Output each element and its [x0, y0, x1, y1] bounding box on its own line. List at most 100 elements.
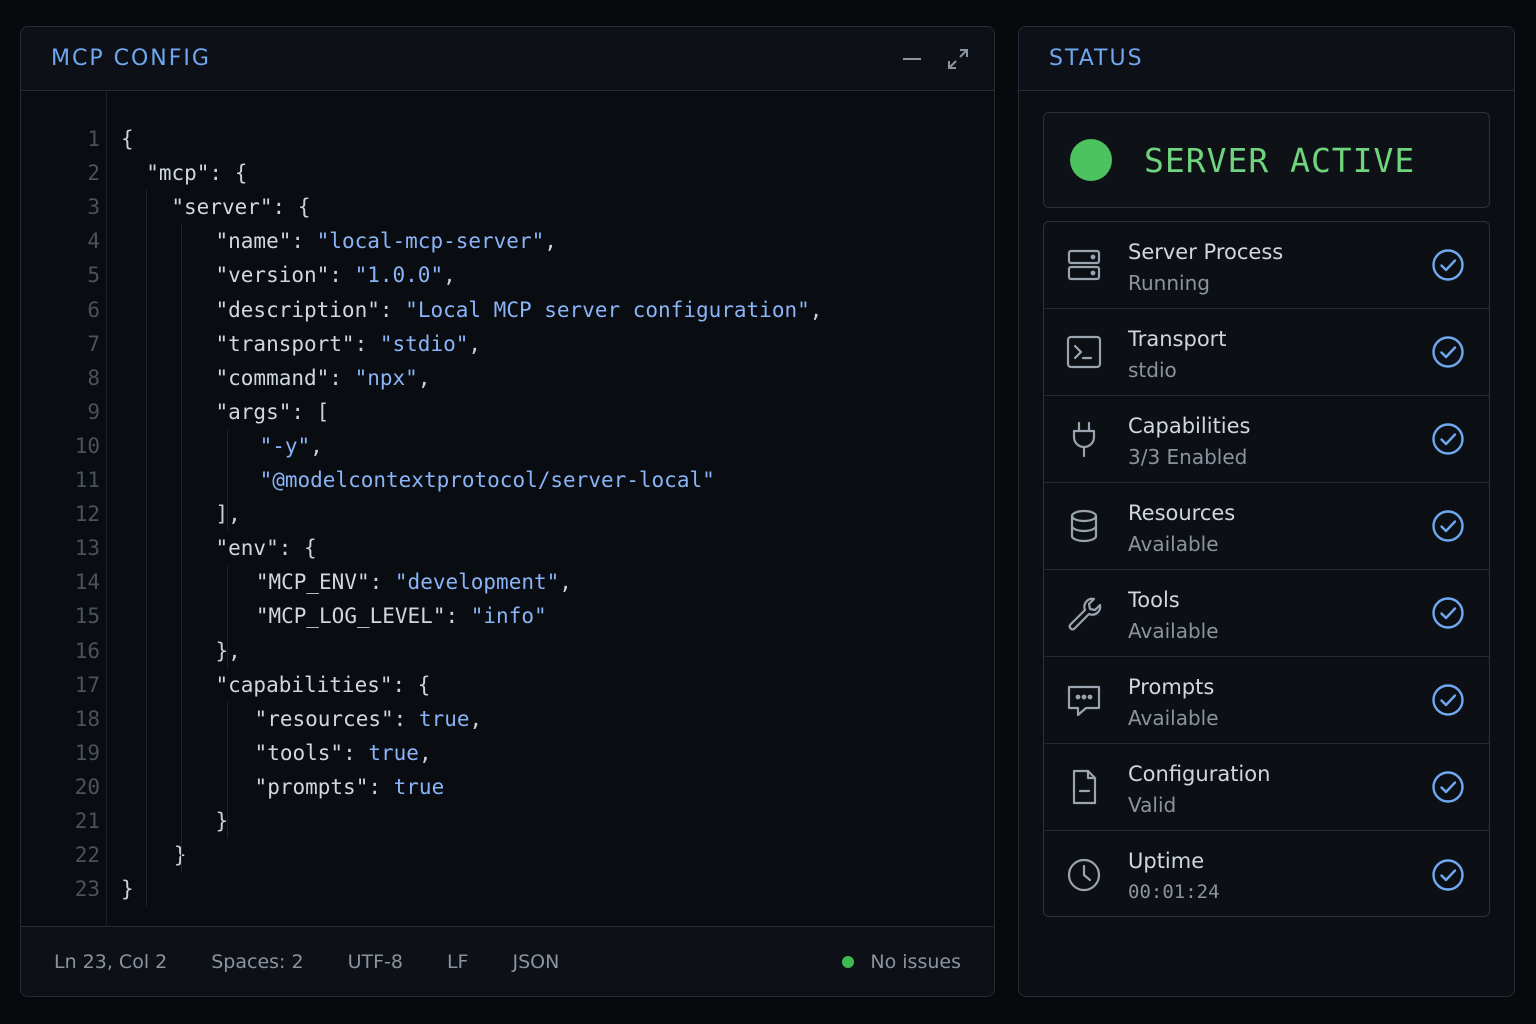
- clock-icon: [1064, 855, 1104, 895]
- code-token: :: [368, 774, 394, 799]
- code-line[interactable]: "capabilities": {: [216, 668, 431, 702]
- status-row-prompts[interactable]: Prompts Available: [1044, 657, 1489, 744]
- check-circle-icon: [1432, 858, 1464, 891]
- line-number: 4: [87, 229, 100, 254]
- code-line[interactable]: "tools": true,: [255, 736, 432, 770]
- code-token: :: [291, 229, 317, 254]
- line-number: 20: [74, 774, 100, 799]
- indent-guide: [226, 565, 228, 668]
- status-row-title: Tools: [1128, 588, 1180, 612]
- file-encoding[interactable]: UTF-8: [348, 951, 403, 973]
- line-number: 18: [74, 706, 100, 731]
- status-row-server-process[interactable]: Server Process Running: [1044, 222, 1489, 309]
- issues-dot-icon: [842, 955, 855, 968]
- code-token: "npx": [354, 365, 418, 390]
- code-area[interactable]: 1 2 3 4 5 6 7 8 9 10 11 12 13 14 15 16 17 18 19 20 21 22 23 {"…: [21, 91, 994, 926]
- cursor-position[interactable]: Ln 23, Col 2: [54, 951, 167, 973]
- code-token: :: [343, 740, 369, 765]
- status-row-value: Available: [1128, 619, 1219, 643]
- status-row-uptime[interactable]: Uptime 00:01:24: [1044, 831, 1489, 916]
- code-line[interactable]: "resources": true,: [255, 702, 483, 736]
- config-editor-panel: MCP CONFIG 1 2 3 4 5 6 7 8 9 10 11 12 13 14 15 16 17 18 19…: [20, 26, 995, 997]
- line-number: 8: [87, 365, 100, 390]
- code-token: : [: [291, 399, 330, 424]
- code-line[interactable]: "args": [: [216, 395, 330, 429]
- code-token: "Local MCP server configuration": [405, 297, 810, 322]
- line-number: 15: [74, 604, 100, 629]
- check-circle-icon: [1432, 249, 1464, 281]
- line-number: 21: [74, 809, 100, 833]
- status-row-text: Configuration Valid: [1128, 761, 1270, 818]
- code-line[interactable]: "MCP_ENV": "development",: [256, 565, 572, 599]
- code-line[interactable]: ],: [216, 497, 241, 531]
- code-line[interactable]: },: [216, 634, 241, 668]
- code-token: }: [173, 843, 187, 868]
- code-token: :: [369, 570, 395, 595]
- code-token: "local-mcp-server": [316, 229, 545, 254]
- status-row-text: Uptime 00:01:24: [1128, 848, 1220, 905]
- code-token: ,: [417, 365, 431, 390]
- code-token: true: [418, 706, 470, 731]
- wrench-icon: [1064, 593, 1104, 633]
- code-token: "resources": [254, 706, 394, 731]
- status-row-configuration[interactable]: Configuration Valid: [1044, 744, 1489, 831]
- code-token: "env": [215, 536, 279, 561]
- status-row-title: Configuration: [1128, 762, 1271, 786]
- server-icon: [1064, 245, 1104, 285]
- status-row-transport[interactable]: Transport stdio: [1044, 309, 1489, 396]
- line-ending[interactable]: LF: [447, 951, 469, 973]
- code-line[interactable]: {: [121, 122, 134, 156]
- minimize-button[interactable]: [898, 45, 926, 73]
- language-mode[interactable]: JSON: [512, 951, 559, 973]
- code-line[interactable]: "env": {: [216, 531, 317, 565]
- code-line[interactable]: "server": {: [171, 190, 310, 224]
- code-line[interactable]: "MCP_LOG_LEVEL": "info": [256, 599, 547, 633]
- code-line[interactable]: }: [174, 838, 187, 872]
- indent-guide: [181, 224, 183, 873]
- status-row-text: Prompts Available: [1128, 674, 1219, 731]
- code-token: :: [379, 297, 406, 322]
- code-token: ,: [559, 570, 572, 595]
- indentation-setting[interactable]: Spaces: 2: [211, 951, 303, 973]
- code-token: "MCP_ENV": [255, 570, 370, 595]
- code-line[interactable]: "name": "local-mcp-server",: [216, 224, 557, 258]
- code-token: "-y": [259, 433, 311, 458]
- code-content[interactable]: {"mcp": {"server": {"name": "local-mcp-s…: [121, 91, 994, 926]
- code-line[interactable]: "description": "Local MCP server configu…: [216, 293, 823, 327]
- expand-button[interactable]: [944, 45, 972, 73]
- status-row-resources[interactable]: Resources Available: [1044, 483, 1489, 570]
- code-line[interactable]: "prompts": true: [255, 770, 445, 804]
- status-row-value: Available: [1128, 532, 1219, 556]
- code-token: "1.0.0": [354, 263, 444, 288]
- issues-indicator[interactable]: No issues: [842, 951, 961, 973]
- code-token: : {: [272, 195, 311, 220]
- code-line[interactable]: "command": "npx",: [216, 361, 431, 395]
- line-number: 22: [74, 843, 100, 868]
- line-number: 17: [74, 672, 100, 697]
- check-circle-icon: [1432, 684, 1464, 716]
- check-circle-icon: [1432, 336, 1464, 368]
- code-line[interactable]: "version": "1.0.0",: [216, 258, 456, 292]
- status-row-value: 3/3 Enabled: [1128, 445, 1248, 469]
- code-token: "name": [215, 229, 292, 254]
- code-token: ],: [215, 502, 241, 527]
- status-header: STATUS: [1019, 27, 1514, 91]
- code-line[interactable]: }: [121, 872, 134, 906]
- code-line[interactable]: "mcp": {: [146, 156, 247, 190]
- code-line[interactable]: "-y",: [260, 429, 323, 463]
- code-line[interactable]: "transport": "stdio",: [216, 327, 482, 361]
- code-line[interactable]: "@modelcontextprotocol/server-local": [260, 463, 715, 497]
- status-check-list: Server Process Running Transport stdio Capab…: [1043, 221, 1490, 917]
- status-row-value: Valid: [1128, 793, 1177, 817]
- status-row-tools[interactable]: Tools Available: [1044, 570, 1489, 657]
- terminal-icon: [1064, 332, 1104, 372]
- code-token: : {: [392, 672, 431, 697]
- expand-icon: [948, 48, 968, 69]
- code-token: }: [121, 877, 134, 902]
- minimize-icon: [903, 57, 921, 60]
- line-number: 12: [74, 502, 100, 527]
- code-token: : {: [278, 536, 317, 561]
- line-number: 10: [74, 433, 100, 458]
- indent-guide: [146, 190, 148, 907]
- status-row-capabilities[interactable]: Capabilities 3/3 Enabled: [1044, 396, 1489, 483]
